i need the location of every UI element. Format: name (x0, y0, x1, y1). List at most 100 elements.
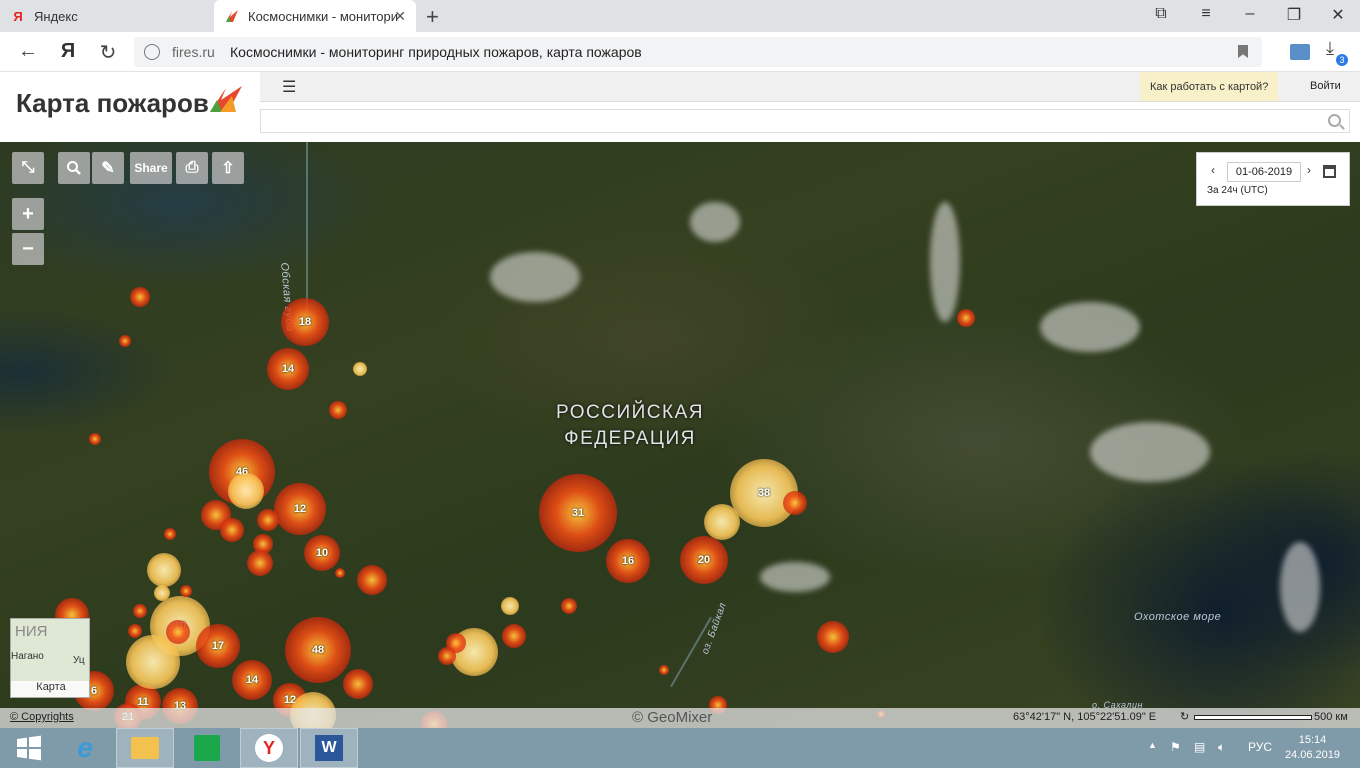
minimize-icon[interactable]: – (1238, 5, 1262, 23)
zoom-in-button[interactable]: + (12, 198, 44, 230)
share-button[interactable]: Share (130, 152, 172, 184)
chevron-left-icon[interactable]: ‹ (1211, 163, 1215, 177)
close-tab-icon[interactable]: ✕ (394, 8, 406, 25)
fire-point[interactable] (502, 624, 526, 648)
fire-cluster[interactable]: 12 (274, 483, 326, 535)
search-tool-button[interactable] (58, 152, 90, 184)
date-input[interactable]: 01-06-2019 (1227, 162, 1301, 182)
tab-yandex[interactable]: Я Яндекс (0, 0, 212, 32)
fire-point[interactable] (561, 598, 577, 614)
word-taskbar-button[interactable]: W (300, 728, 358, 768)
bookmark-icon[interactable] (1238, 45, 1248, 58)
fire-point[interactable] (957, 309, 975, 327)
explorer-taskbar-button[interactable] (116, 728, 174, 768)
fire-cluster[interactable]: 14 (267, 348, 309, 390)
fire-point[interactable] (353, 362, 367, 376)
fire-point[interactable] (438, 647, 456, 665)
store-taskbar-button[interactable] (178, 728, 236, 768)
fire-point[interactable] (704, 504, 740, 540)
fire-map[interactable]: РОССИЙСКАЯ ФЕДЕРАЦИЯ Обская губа Охотско… (0, 142, 1360, 728)
tray-expand-icon[interactable]: ▲ (1148, 740, 1157, 750)
map-country-label: РОССИЙСКАЯ ФЕДЕРАЦИЯ (548, 400, 712, 452)
download-icon[interactable]: ⤓ (1326, 38, 1334, 59)
fire-point[interactable] (247, 550, 273, 576)
browser-menu-icon[interactable]: ≡ (1194, 5, 1218, 23)
restore-icon[interactable]: ❐ (1282, 5, 1306, 25)
fire-point[interactable] (89, 433, 101, 445)
search-icon[interactable] (1328, 114, 1341, 127)
fire-cluster[interactable]: 48 (285, 617, 351, 683)
input-language[interactable]: РУС (1248, 740, 1272, 754)
yandex-browser-taskbar-button[interactable]: Y (240, 728, 298, 768)
fire-point[interactable] (343, 669, 373, 699)
fire-point[interactable] (329, 401, 347, 419)
fire-point[interactable] (166, 620, 190, 644)
fire-cluster[interactable]: 10 (304, 535, 340, 571)
internet-explorer-icon: e (77, 732, 93, 763)
new-tab-button[interactable]: + (426, 4, 439, 30)
fire-point[interactable] (119, 335, 131, 347)
url-field[interactable]: fires.ru Космоснимки - мониторинг природ… (134, 37, 1262, 67)
fire-point[interactable] (180, 585, 192, 597)
fire-point[interactable] (335, 568, 345, 578)
fire-cluster[interactable]: 14 (232, 660, 272, 700)
chevron-right-icon[interactable]: › (1307, 163, 1311, 177)
fire-cluster[interactable]: 17 (196, 624, 240, 668)
ie-taskbar-button[interactable]: e (56, 728, 114, 768)
reload-icon[interactable]: ↻ (96, 40, 120, 65)
minimap-region-label: НИЯ (15, 623, 48, 640)
fire-point[interactable] (164, 528, 176, 540)
search-input[interactable] (260, 109, 1350, 133)
fire-point[interactable] (130, 287, 150, 307)
back-icon[interactable]: ← (16, 40, 40, 63)
copyrights-link[interactable]: © Copyrights (10, 711, 74, 723)
how-to-use-link[interactable]: Как работать с картой? (1140, 72, 1279, 101)
fire-point[interactable] (659, 665, 669, 675)
fire-point[interactable] (133, 604, 147, 618)
fire-point[interactable] (817, 621, 849, 653)
calendar-icon[interactable] (1323, 165, 1336, 178)
tab-fires[interactable]: Космоснимки - мониторинг природных пожар… (214, 0, 416, 32)
pin-tool-button[interactable]: ✎ (92, 152, 124, 184)
minimap-label[interactable]: Карта (11, 681, 89, 697)
zoom-out-button[interactable]: − (12, 233, 44, 265)
fire-point[interactable] (128, 624, 142, 638)
action-center-icon[interactable]: ⚑ (1170, 740, 1181, 754)
fire-cluster[interactable]: 20 (680, 536, 728, 584)
fullscreen-toggle-button[interactable]: ⤡ (12, 152, 44, 184)
collections-icon[interactable]: ⧉ (1149, 5, 1173, 23)
network-icon[interactable]: ▤ (1194, 740, 1205, 754)
upload-button[interactable]: ⇧ (212, 152, 244, 184)
refresh-coords-icon[interactable]: ↻ (1180, 710, 1189, 723)
fire-point[interactable] (126, 635, 180, 689)
fire-point[interactable] (783, 491, 807, 515)
print-button[interactable]: ⎙ (176, 152, 208, 184)
fire-point[interactable] (147, 553, 181, 587)
fire-point[interactable] (228, 473, 264, 509)
url-page-title: Космоснимки - мониторинг природных пожар… (230, 44, 642, 60)
system-clock[interactable]: 15:14 24.06.2019 (1285, 733, 1340, 763)
snow-patch (690, 202, 740, 242)
snow-patch (490, 252, 580, 302)
minimap-city-label: Нагано (11, 651, 44, 662)
yandex-home-icon[interactable]: Я (56, 40, 80, 63)
minimap[interactable]: НИЯ Нагано Уц Карта (10, 618, 90, 698)
fire-point[interactable] (357, 565, 387, 595)
site-logo-text[interactable]: Карта пожаров (16, 88, 209, 119)
fire-point[interactable] (220, 518, 244, 542)
fire-cluster[interactable]: 18 (281, 298, 329, 346)
fire-cluster[interactable]: 16 (606, 539, 650, 583)
snow-patch (760, 562, 830, 592)
search-icon (67, 161, 81, 175)
header-toolbar: ☰ Как работать с картой? Войти (260, 72, 1360, 102)
fire-point[interactable] (501, 597, 519, 615)
fire-point[interactable] (154, 585, 170, 601)
menu-icon[interactable]: ☰ (282, 77, 296, 97)
login-link[interactable]: Войти (1310, 80, 1341, 92)
screenshot-extension-icon[interactable] (1290, 44, 1310, 60)
fire-cluster[interactable]: 31 (539, 474, 617, 552)
fire-point[interactable] (257, 509, 279, 531)
volume-icon[interactable]: 🔈︎ (1218, 740, 1225, 755)
close-window-icon[interactable]: ✕ (1326, 5, 1350, 25)
start-button[interactable] (0, 728, 58, 768)
